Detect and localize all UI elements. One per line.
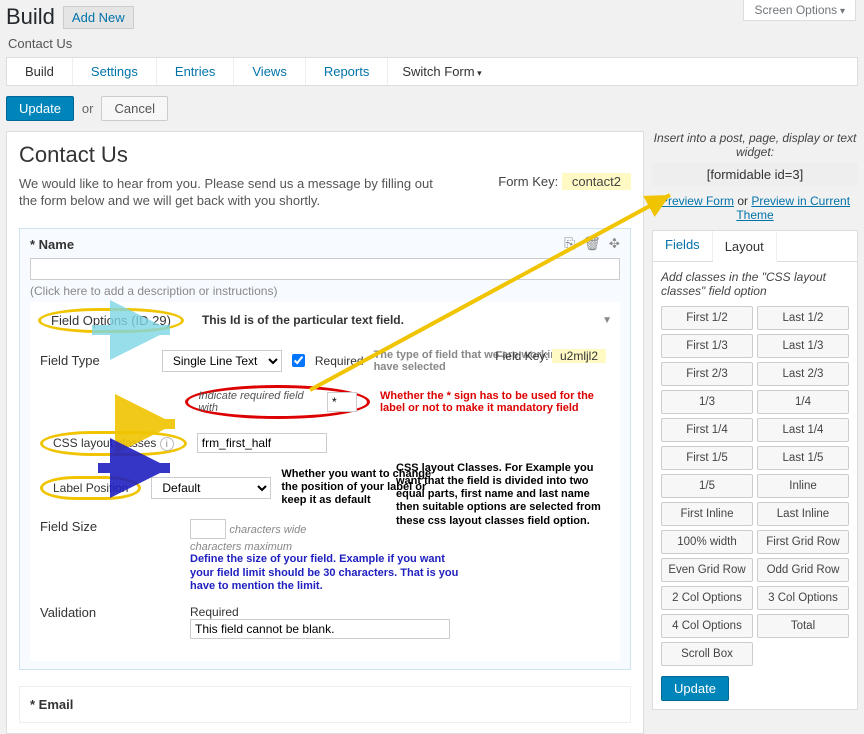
layout-class-button[interactable]: First Inline [661, 502, 753, 526]
form-key: Form Key: contact2 [498, 174, 631, 189]
layout-class-button[interactable]: Last Inline [757, 502, 849, 526]
tab-build[interactable]: Build [7, 58, 73, 85]
layout-class-button[interactable]: Inline [757, 474, 849, 498]
preview-theme-link[interactable]: Preview in Current Theme [736, 194, 850, 222]
required-label: Required [315, 354, 364, 368]
layout-class-button[interactable]: 100% width [661, 530, 753, 554]
field-name-block[interactable]: * Name ⎘ 🗑 ✥ (Click here to add a descri… [19, 228, 631, 670]
field-size-label: Field Size [40, 519, 180, 534]
sidebar-update-button[interactable]: Update [661, 676, 729, 701]
main-panel: Contact Us We would like to hear from yo… [6, 131, 644, 734]
field-type-label: Field Type [40, 353, 152, 368]
layout-class-button[interactable]: Last 1/4 [757, 418, 849, 442]
field-options-header[interactable]: Field Options (ID 29) [38, 308, 184, 333]
layout-hint: Add classes in the "CSS layout classes" … [661, 270, 849, 298]
chars-max-label: characters maximum [190, 541, 292, 553]
tab-views[interactable]: Views [234, 58, 305, 85]
form-intro: We would like to hear from you. Please s… [19, 176, 439, 210]
collapse-chevron-icon[interactable]: ▼ [602, 315, 612, 326]
update-button[interactable]: Update [6, 96, 74, 121]
switch-form-dropdown[interactable]: Switch Form [388, 58, 495, 85]
description-hint[interactable]: (Click here to add a description or inst… [30, 284, 620, 298]
indicate-required-input[interactable] [327, 392, 357, 412]
field-name-label: Name [39, 237, 74, 252]
form-title: Contact Us [19, 142, 631, 168]
form-key-value: contact2 [562, 173, 631, 190]
indicate-required-oval: Indicate required field with [185, 385, 370, 419]
field-email-block[interactable]: * Email [19, 686, 631, 723]
sidebar: Insert into a post, page, display or tex… [652, 131, 858, 734]
layout-class-button[interactable]: Scroll Box [661, 642, 753, 666]
indicate-required-label: Indicate required field with [198, 390, 321, 414]
validation-message-input[interactable] [190, 619, 450, 639]
layout-class-button[interactable]: First 1/5 [661, 446, 753, 470]
page-title: Build [6, 4, 55, 30]
sidebar-or: or [737, 194, 748, 208]
layout-class-button[interactable]: 1/5 [661, 474, 753, 498]
form-tabs: Build Settings Entries Views Reports Swi… [6, 57, 858, 86]
label-position-label: Label Position [40, 476, 141, 500]
chars-wide-label: characters wide [229, 524, 306, 536]
cancel-button[interactable]: Cancel [101, 96, 167, 121]
layout-class-button[interactable]: 3 Col Options [757, 586, 849, 610]
preview-form-link[interactable]: Preview Form [660, 194, 734, 208]
layout-class-button[interactable]: 1/4 [757, 390, 849, 414]
tab-settings[interactable]: Settings [73, 58, 157, 85]
annotation-asterisk: Whether the * sign has to be used for th… [380, 390, 610, 414]
layout-class-grid: First 1/2Last 1/2First 1/3Last 1/3First … [661, 306, 849, 666]
layout-class-button[interactable]: Last 1/3 [757, 334, 849, 358]
tab-reports[interactable]: Reports [306, 58, 389, 85]
layout-class-button[interactable]: Last 2/3 [757, 362, 849, 386]
label-position-select[interactable]: Default [151, 477, 271, 499]
sidebar-tab-layout[interactable]: Layout [713, 231, 777, 262]
breadcrumb: Contact Us [0, 34, 864, 57]
annotation-id-note: This Id is of the particular text field. [202, 313, 404, 327]
tab-entries[interactable]: Entries [157, 58, 234, 85]
layout-class-button[interactable]: 2 Col Options [661, 586, 753, 610]
annotation-field-size: Define the size of your field. Example i… [190, 553, 470, 593]
or-text: or [82, 101, 94, 116]
validation-label: Validation [40, 605, 180, 620]
field-email-label: Email [39, 697, 74, 712]
layout-class-button[interactable]: First 1/3 [661, 334, 753, 358]
layout-class-button[interactable]: Last 1/5 [757, 446, 849, 470]
layout-class-button[interactable]: First 1/4 [661, 418, 753, 442]
layout-class-button[interactable]: Total [757, 614, 849, 638]
layout-class-button[interactable]: First Grid Row [757, 530, 849, 554]
layout-class-button[interactable]: 1/3 [661, 390, 753, 414]
name-input[interactable] [30, 258, 620, 280]
annotation-css-classes: CSS layout Classes. For Example you want… [396, 462, 616, 528]
form-key-label: Form Key: [498, 174, 558, 189]
layout-class-button[interactable]: First 1/2 [661, 306, 753, 330]
layout-class-button[interactable]: First 2/3 [661, 362, 753, 386]
field-action-icons[interactable]: ⎘ 🗑 ✥ [564, 235, 622, 252]
info-icon[interactable]: i [160, 437, 174, 451]
layout-class-button[interactable]: 4 Col Options [661, 614, 753, 638]
insert-hint: Insert into a post, page, display or tex… [652, 131, 858, 159]
layout-class-button[interactable]: Odd Grid Row [757, 558, 849, 582]
field-key-row: Field Key: u2mljl2 [495, 349, 606, 363]
field-type-select[interactable]: Single Line Text [162, 350, 282, 372]
shortcode-box[interactable]: [formidable id=3] [652, 163, 858, 186]
css-classes-input[interactable] [197, 433, 327, 453]
sidebar-tab-fields[interactable]: Fields [653, 231, 713, 261]
field-size-wide-input[interactable] [190, 519, 226, 539]
required-checkbox[interactable] [292, 354, 305, 367]
validation-required-label: Required [190, 605, 239, 619]
layout-class-button[interactable]: Last 1/2 [757, 306, 849, 330]
screen-options-toggle[interactable]: Screen Options [743, 0, 856, 21]
add-new-button[interactable]: Add New [63, 6, 134, 29]
layout-class-button[interactable]: Even Grid Row [661, 558, 753, 582]
css-classes-label: CSS layout classes i [40, 431, 187, 456]
